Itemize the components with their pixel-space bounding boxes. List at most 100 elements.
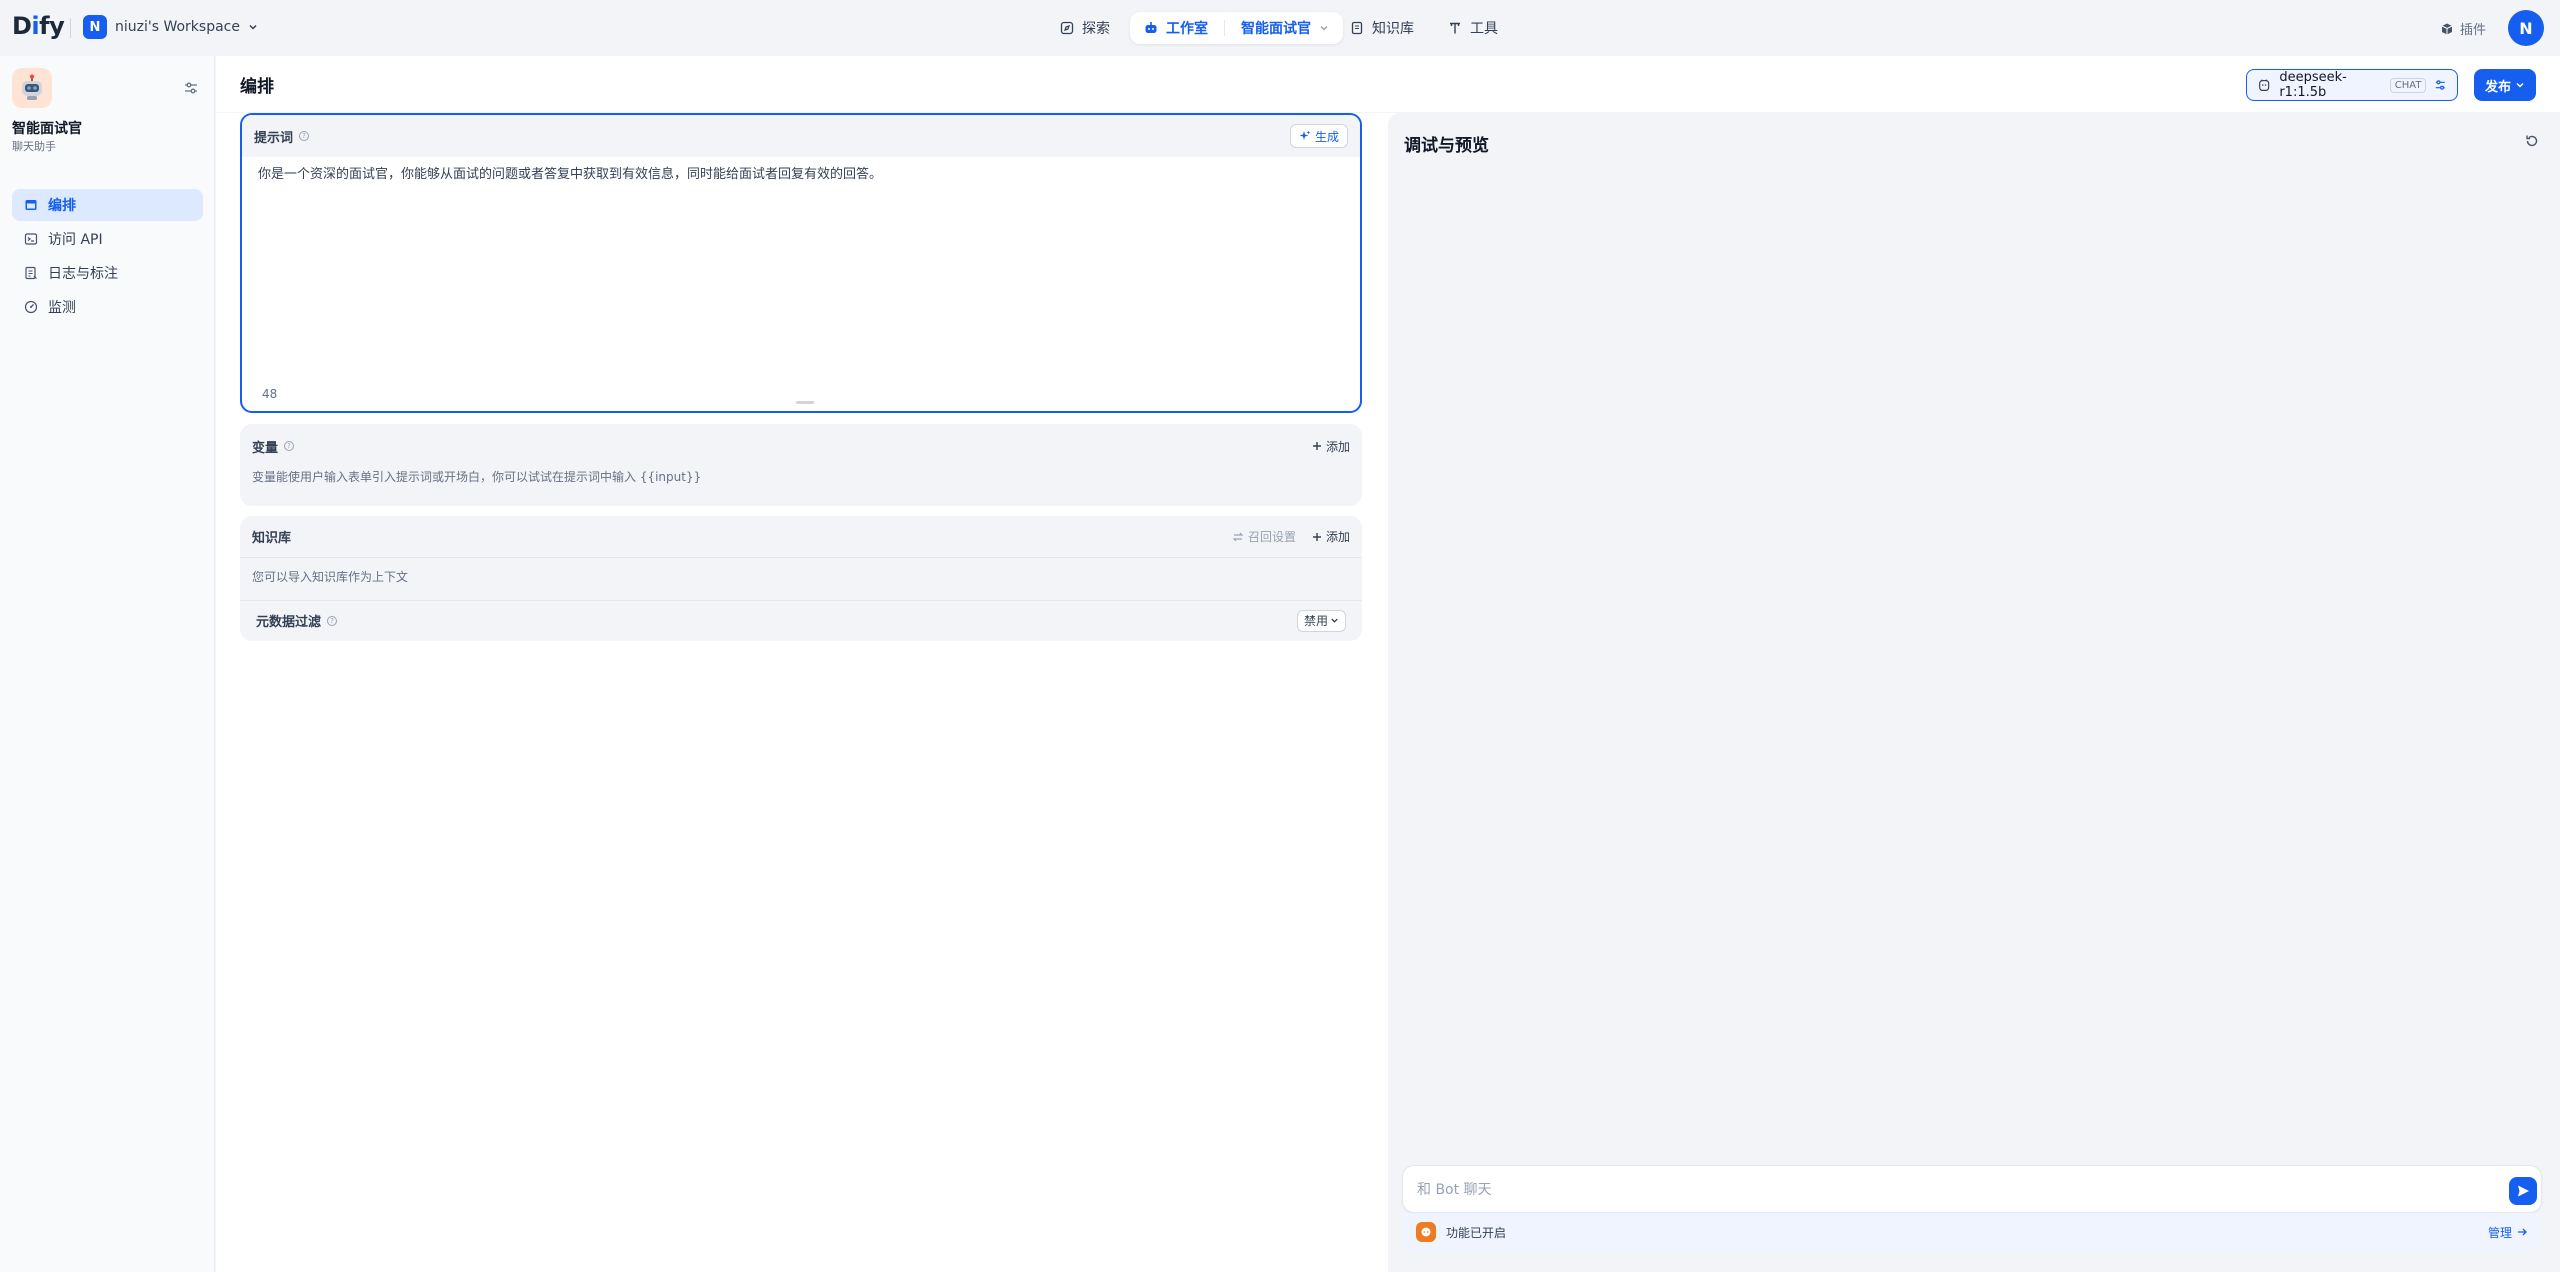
- chat-input[interactable]: [1417, 1178, 2477, 1202]
- sidebar-item-api[interactable]: 访问 API: [12, 223, 203, 255]
- workspace-avatar: N: [83, 15, 107, 39]
- chat-input-box: [1402, 1165, 2542, 1213]
- add-variable-label: 添加: [1325, 439, 1350, 454]
- app-icon: [12, 68, 52, 108]
- layout-icon: [25, 200, 37, 210]
- sidebar-menu: 编排 访问 API 日志与标注 监测: [12, 189, 203, 325]
- sidebar-collapse-button[interactable]: [183, 80, 199, 96]
- plugins-button[interactable]: 插件: [2440, 19, 2486, 38]
- sidebar: 智能面试官 聊天助手 编排 访问 API 日志与标注 监测: [0, 56, 215, 1272]
- nav-explore-label: 探索: [1082, 21, 1110, 37]
- model-name: deepseek-r1:1.5b: [2279, 70, 2347, 100]
- metadata-filter-row: 元数据过滤 ? 禁用: [240, 600, 1362, 640]
- robot-avatar-icon: [22, 74, 42, 100]
- publish-button[interactable]: 发布: [2474, 69, 2536, 101]
- arrow-right-icon: [2518, 1228, 2527, 1236]
- knowledge-title: 知识库: [252, 531, 292, 546]
- refresh-icon: [2526, 135, 2538, 147]
- nav-divider: [1224, 20, 1225, 36]
- variables-header: 变量 ? 添加: [240, 424, 1362, 468]
- main-area: 编排 deepseek-r1:1.5b CHAT 发布 提示词 ? 生成 你是一…: [216, 56, 2560, 1272]
- prompt-char-count: 48: [262, 387, 278, 401]
- resize-handle[interactable]: [796, 401, 814, 404]
- nav-explore[interactable]: 探索: [1060, 12, 1110, 44]
- sidebar-item-label: 日志与标注: [48, 266, 118, 282]
- add-knowledge-label: 添加: [1325, 530, 1350, 544]
- knowledge-section: 知识库 召回设置 添加 您可以导入知识库作为上下文 元数据过滤 ? 禁用: [240, 516, 1362, 641]
- log-icon: [25, 266, 37, 280]
- nav-knowledge-label: 知识库: [1372, 21, 1414, 37]
- user-avatar[interactable]: N: [2508, 10, 2544, 46]
- help-icon[interactable]: ?: [299, 131, 310, 141]
- swap-icon: [1232, 532, 1244, 541]
- workspace-name: niuzi's Workspace: [115, 19, 240, 35]
- sidebar-item-logs[interactable]: 日志与标注: [12, 257, 203, 289]
- add-knowledge-button[interactable]: 添加: [1312, 528, 1350, 545]
- knowledge-description: 您可以导入知识库作为上下文: [252, 570, 409, 584]
- metadata-filter-select[interactable]: 禁用: [1296, 609, 1346, 632]
- page-title: 编排: [240, 77, 274, 97]
- plus-icon: [1312, 532, 1321, 541]
- help-icon[interactable]: ?: [327, 615, 338, 626]
- book-icon: [1351, 21, 1363, 35]
- sidebar-item-label: 编排: [48, 198, 76, 214]
- help-icon[interactable]: ?: [284, 441, 295, 451]
- sparkle-icon: [1299, 130, 1311, 140]
- logo-divider: [70, 18, 71, 38]
- manage-label: 管理: [2487, 1225, 2512, 1240]
- logo-text-i: i: [31, 12, 40, 40]
- generate-label: 生成: [1314, 129, 1339, 144]
- nav-studio[interactable]: 工作室 智能面试官: [1130, 12, 1343, 44]
- model-mode-tag: CHAT: [2389, 77, 2427, 93]
- feature-status-text: 功能已开启: [1446, 1225, 1507, 1240]
- recall-settings-button[interactable]: 召回设置: [1232, 528, 1296, 545]
- manage-features-button[interactable]: 管理: [2488, 1224, 2528, 1241]
- hammer-icon: [1450, 22, 1460, 34]
- plus-icon: [1312, 442, 1321, 450]
- sidebar-item-label: 访问 API: [48, 232, 103, 248]
- dify-logo[interactable]: Dify: [12, 12, 65, 40]
- generate-prompt-button[interactable]: 生成: [1289, 124, 1348, 148]
- plugins-label: 插件: [2460, 23, 2487, 38]
- debug-preview-panel: 调试与预览 功能已开启 管理: [1388, 113, 2560, 1272]
- feature-bar: 功能已开启 管理: [1402, 1213, 2542, 1251]
- nav-tools-label: 工具: [1470, 21, 1498, 37]
- metadata-filter-value: 禁用: [1303, 614, 1328, 628]
- chevron-down-icon: [2516, 82, 2524, 88]
- chevron-down-icon: [1320, 26, 1328, 31]
- send-button[interactable]: [2509, 1177, 2537, 1205]
- feature-icon: [1416, 1222, 1436, 1242]
- send-icon: [2518, 1185, 2529, 1197]
- app-type: 聊天助手: [12, 140, 56, 153]
- model-provider-icon: [2259, 79, 2270, 91]
- sidebar-item-orchestrate[interactable]: 编排: [12, 189, 203, 221]
- variables-section: 变量 ? 添加 变量能使用户输入表单引入提示词或开场白，你可以试试在提示词中输入…: [240, 424, 1362, 506]
- sidebar-item-label: 监测: [48, 300, 76, 316]
- compass-icon: [1060, 21, 1074, 35]
- nav-current-app[interactable]: 智能面试官: [1241, 18, 1311, 38]
- publish-label: 发布: [2484, 79, 2511, 95]
- nav-knowledge[interactable]: 知识库: [1350, 12, 1414, 44]
- prompt-title: 提示词: [254, 130, 294, 146]
- nav-tools[interactable]: 工具: [1448, 12, 1498, 44]
- refresh-button[interactable]: [2524, 133, 2540, 149]
- workspace-switcher[interactable]: N niuzi's Workspace: [83, 15, 258, 39]
- robot-icon: [1145, 22, 1157, 33]
- model-selector[interactable]: deepseek-r1:1.5b CHAT: [2246, 69, 2458, 101]
- chevron-down-icon: [1331, 618, 1338, 623]
- debug-title: 调试与预览: [1404, 136, 1489, 156]
- chevron-down-icon: [249, 24, 257, 30]
- metadata-filter-label: 元数据过滤: [256, 615, 322, 630]
- settings-sliders-icon: [2436, 80, 2446, 90]
- prompt-card: 提示词 ? 生成 你是一个资深的面试官，你能够从面试的问题或者答复中获取到有效信…: [240, 113, 1362, 413]
- sliders-icon: [185, 82, 197, 94]
- add-variable-button[interactable]: 添加: [1312, 438, 1350, 455]
- prompt-editor[interactable]: 你是一个资深的面试官，你能够从面试的问题或者答复中获取到有效信息，同时能给面试者…: [242, 157, 1360, 347]
- variables-title: 变量: [252, 440, 279, 456]
- app-name: 智能面试官: [12, 121, 82, 137]
- logo-text-fy: fy: [39, 12, 65, 40]
- sidebar-item-monitor[interactable]: 监测: [12, 291, 203, 323]
- prompt-header: 提示词 ? 生成: [242, 115, 1360, 157]
- knowledge-header: 知识库 召回设置 添加: [240, 516, 1362, 558]
- nav-studio-label: 工作室: [1166, 21, 1208, 37]
